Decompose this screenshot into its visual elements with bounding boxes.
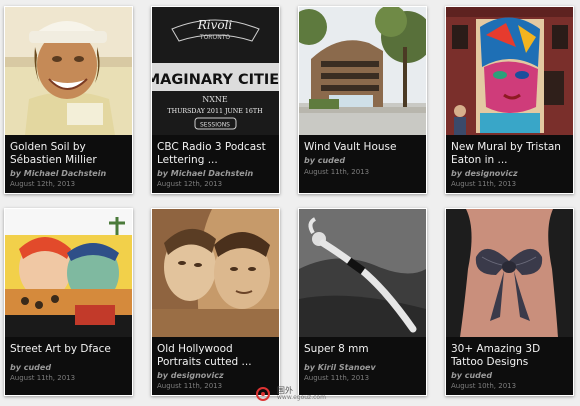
- post-card[interactable]: Street Art by Dface by cuded August 11th…: [4, 208, 133, 396]
- post-title[interactable]: Old Hollywood Portraits cutted ...: [157, 343, 277, 369]
- egouz-logo-icon: [255, 386, 271, 402]
- post-title[interactable]: Wind Vault House: [304, 141, 424, 154]
- post-info: New Mural by Tristan Eaton in ... by des…: [446, 135, 573, 193]
- post-author[interactable]: by cuded: [451, 371, 571, 380]
- post-date: August 12th, 2013: [157, 180, 223, 188]
- post-date: August 11th, 2013: [10, 374, 76, 382]
- post-card[interactable]: Wind Vault House by cuded August 11th, 2…: [298, 6, 427, 194]
- post-card[interactable]: Old Hollywood Portraits cutted ... by de…: [151, 208, 280, 396]
- post-title[interactable]: Street Art by Dface: [10, 343, 130, 356]
- post-thumbnail[interactable]: [152, 209, 279, 337]
- post-card[interactable]: Super 8 mm by Kiril Stanoev August 11th,…: [298, 208, 427, 396]
- post-date: August 11th, 2013: [451, 180, 517, 188]
- post-grid: Golden Soil by Sébastien Millier by Mich…: [0, 0, 580, 404]
- post-info: Golden Soil by Sébastien Millier by Mich…: [5, 135, 132, 193]
- post-thumbnail[interactable]: Rivoli TORONTO IMAGINARY CITIES NXNE THU…: [152, 7, 279, 135]
- post-thumbnail[interactable]: [299, 209, 426, 337]
- post-thumbnail[interactable]: [5, 209, 132, 337]
- post-author[interactable]: by Michael Dachstein: [157, 169, 277, 178]
- post-author[interactable]: by designovicz: [157, 371, 277, 380]
- post-date: August 12th, 2013: [10, 180, 76, 188]
- post-thumbnail[interactable]: [446, 7, 573, 135]
- post-date: August 10th, 2013: [451, 382, 517, 390]
- watermark-url: www.egouz.com: [277, 394, 326, 401]
- post-title[interactable]: Golden Soil by Sébastien Millier: [10, 141, 130, 167]
- post-info: Street Art by Dface by cuded August 11th…: [5, 337, 132, 395]
- poster-headline: IMAGINARY CITIES: [152, 72, 279, 88]
- post-thumbnail[interactable]: [299, 7, 426, 135]
- poster-city: TORONTO: [199, 34, 230, 41]
- post-card[interactable]: Golden Soil by Sébastien Millier by Mich…: [4, 6, 133, 194]
- post-thumbnail[interactable]: [5, 7, 132, 135]
- post-title[interactable]: CBC Radio 3 Podcast Lettering ...: [157, 141, 277, 167]
- post-thumbnail[interactable]: [446, 209, 573, 337]
- post-card[interactable]: Rivoli TORONTO IMAGINARY CITIES NXNE THU…: [151, 6, 280, 194]
- poster-festival: NXNE: [202, 95, 228, 104]
- post-title[interactable]: New Mural by Tristan Eaton in ...: [451, 141, 571, 167]
- post-author[interactable]: by Kiril Stanoev: [304, 363, 424, 372]
- post-date: August 11th, 2013: [304, 168, 370, 176]
- post-author[interactable]: by cuded: [10, 363, 130, 372]
- post-info: CBC Radio 3 Podcast Lettering ... by Mic…: [152, 135, 279, 193]
- post-title[interactable]: Super 8 mm: [304, 343, 424, 356]
- post-author[interactable]: by designovicz: [451, 169, 571, 178]
- post-title[interactable]: 30+ Amazing 3D Tattoo Designs: [451, 343, 571, 369]
- post-info: Wind Vault House by cuded August 11th, 2…: [299, 135, 426, 193]
- poster-date: THURSDAY 2011 JUNE 16TH: [167, 108, 263, 115]
- post-author[interactable]: by Michael Dachstein: [10, 169, 130, 178]
- post-date: August 11th, 2013: [304, 374, 370, 382]
- poster-sessions: SESSIONS: [200, 122, 230, 129]
- post-card[interactable]: 30+ Amazing 3D Tattoo Designs by cuded A…: [445, 208, 574, 396]
- poster-venue: Rivoli: [197, 18, 233, 32]
- post-card[interactable]: New Mural by Tristan Eaton in ... by des…: [445, 6, 574, 194]
- site-watermark: 国外 www.egouz.com: [255, 384, 335, 404]
- post-info: 30+ Amazing 3D Tattoo Designs by cuded A…: [446, 337, 573, 395]
- post-author[interactable]: by cuded: [304, 156, 424, 165]
